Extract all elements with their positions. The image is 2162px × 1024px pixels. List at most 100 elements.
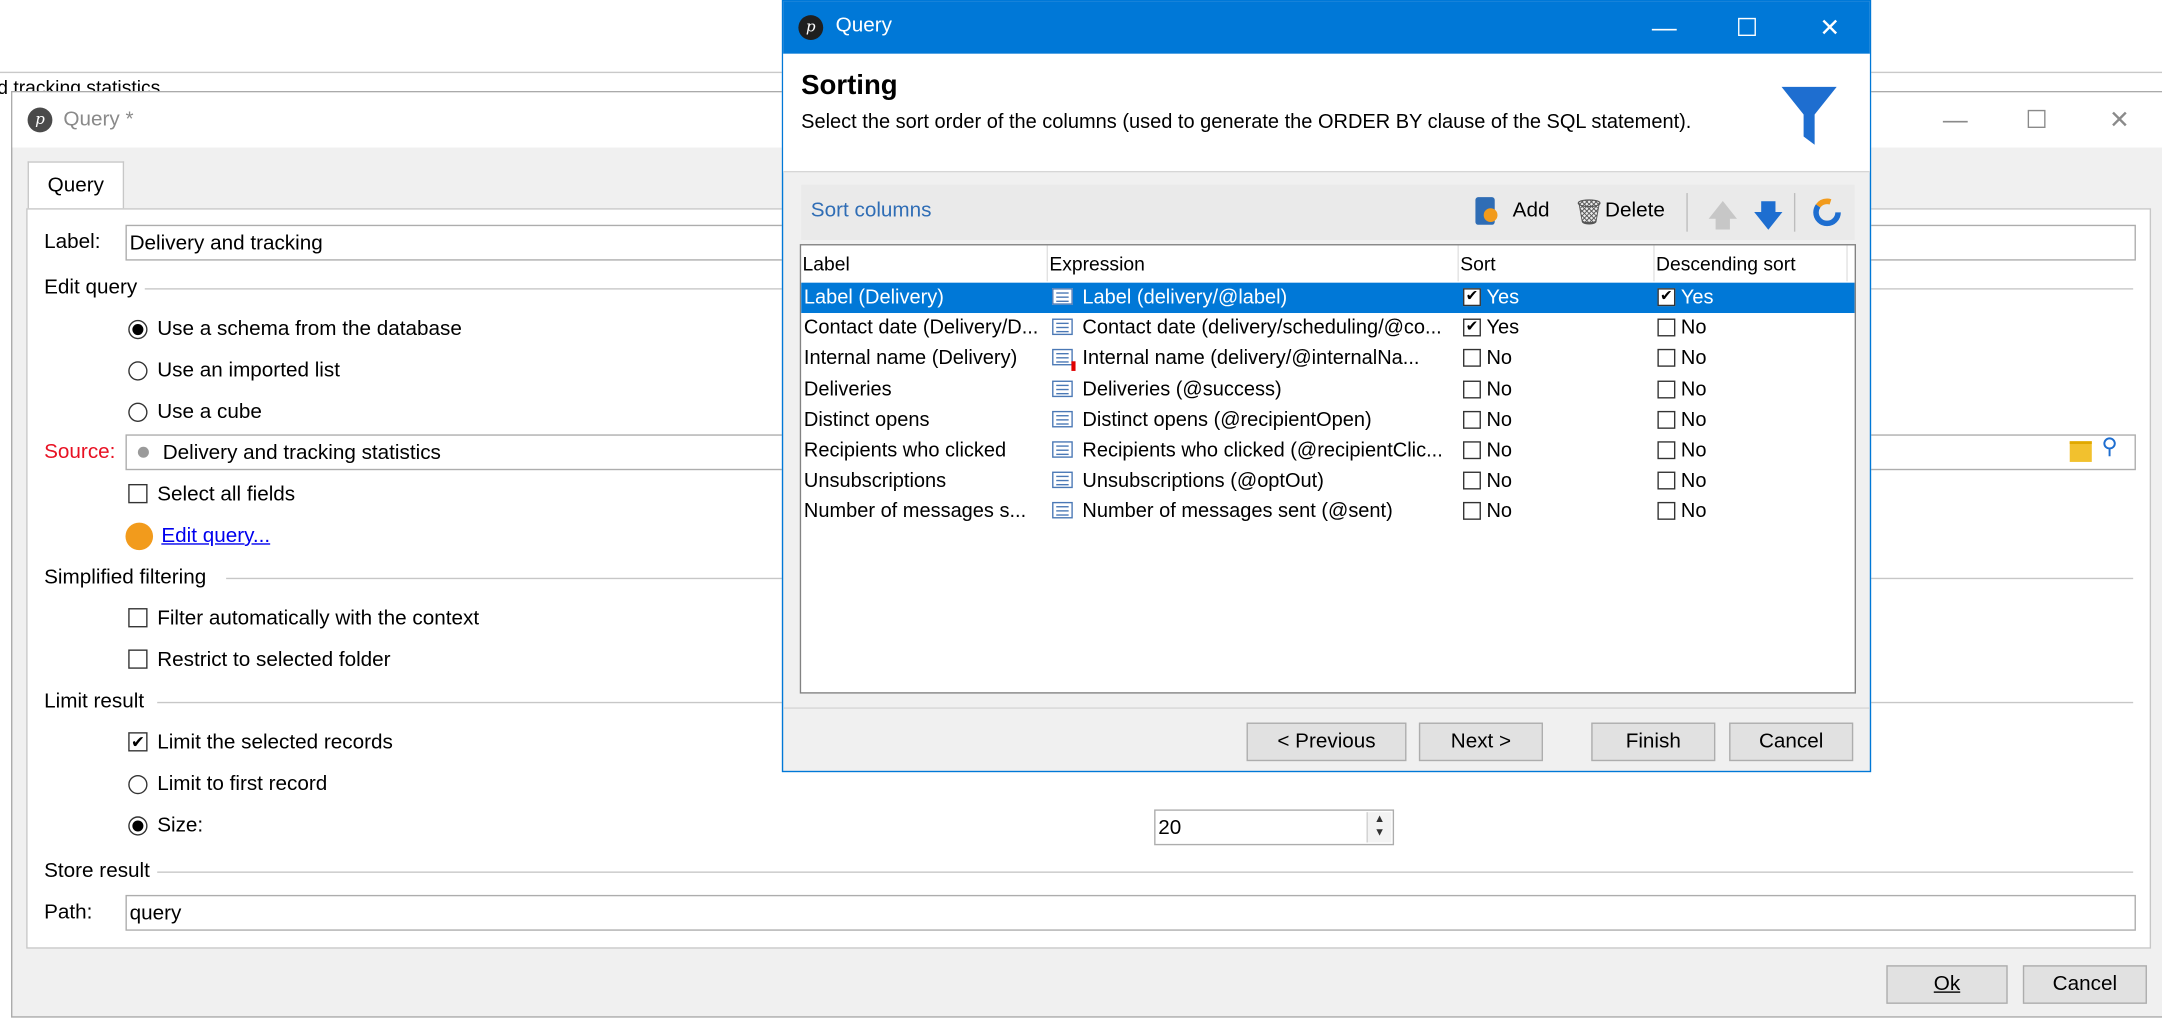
sort-columns-grid: Label Expression Sort Descending sort La…	[799, 244, 1856, 694]
row-descending-sort: Yes	[1680, 286, 1714, 309]
sort-checkbox[interactable]	[1463, 441, 1481, 460]
table-row[interactable]: Number of messages s... Number of message…	[801, 497, 1854, 527]
row-sort: Yes	[1486, 317, 1520, 340]
dialog-app-icon: p	[798, 15, 824, 40]
radio-use-schema[interactable]	[128, 319, 148, 340]
finish-button[interactable]: Finish	[1591, 722, 1716, 762]
descending-sort-checkbox[interactable]: ✔	[1657, 288, 1676, 307]
source-value: Delivery and tracking statistics	[162, 441, 441, 465]
row-sort: No	[1486, 378, 1513, 401]
close-icon[interactable]: ✕	[2088, 99, 2151, 140]
radio-limit-first[interactable]	[128, 774, 148, 795]
column-header-label[interactable]: Label	[801, 245, 850, 281]
cancel-button[interactable]: Cancel	[2022, 965, 2147, 1004]
descending-sort-checkbox[interactable]	[1657, 410, 1676, 429]
sort-checkbox[interactable]	[1463, 380, 1481, 398]
column-header-expression[interactable]: Expression	[1048, 245, 1145, 281]
descending-sort-checkbox[interactable]	[1657, 441, 1676, 460]
path-caption: Path:	[44, 900, 93, 924]
next-button[interactable]: Next >	[1418, 722, 1543, 762]
table-row[interactable]: Label (Delivery) Label (delivery/@label) ✔…	[801, 282, 1855, 314]
row-descending-sort: No	[1680, 409, 1707, 432]
dialog-title: Query	[835, 13, 892, 38]
limit-result-group-label: Limit result	[44, 689, 145, 713]
table-row[interactable]: Contact date (Delivery/D... Contact date …	[801, 313, 1854, 343]
row-expression: Number of messages sent (@sent)	[1082, 501, 1393, 524]
dialog-maximize-icon[interactable]: ☐	[1715, 7, 1778, 48]
toolbar-separator	[1793, 193, 1796, 232]
dialog-cancel-button[interactable]: Cancel	[1729, 722, 1854, 762]
size-spinner[interactable]: ▲ ▼	[1366, 812, 1392, 843]
radio-size[interactable]	[128, 816, 148, 836]
column-header-descending-sort[interactable]: Descending sort	[1655, 245, 1796, 281]
radio-use-cube[interactable]	[128, 402, 148, 422]
table-row[interactable]: Distinct opens Distinct opens (@recipient…	[801, 405, 1854, 435]
column-separator	[1846, 245, 1848, 282]
row-label: Distinct opens	[803, 409, 930, 432]
footer-divider	[783, 707, 1870, 709]
restrict-folder-label: Restrict to selected folder	[157, 648, 391, 672]
search-icon[interactable]: ⚲	[2101, 436, 2123, 459]
row-expression: Unsubscriptions (@optOut)	[1082, 470, 1324, 493]
expression-icon	[1052, 502, 1073, 520]
table-row[interactable]: Deliveries Deliveries (@success) No No	[801, 375, 1854, 405]
row-expression: Internal name (delivery/@internalNa...	[1082, 348, 1420, 371]
sort-checkbox[interactable]: ✔	[1463, 288, 1481, 307]
path-field[interactable]: query	[125, 894, 2136, 931]
ok-button-label: Ok	[1933, 972, 1961, 996]
sort-checkbox[interactable]	[1463, 349, 1481, 368]
tab-query[interactable]: Query	[27, 161, 125, 210]
query-window-title: Query *	[63, 107, 134, 131]
sort-checkbox[interactable]	[1463, 410, 1481, 429]
previous-button[interactable]: < Previous	[1246, 722, 1407, 762]
table-row[interactable]: Unsubscriptions Unsubscriptions (@optOut)…	[801, 466, 1854, 496]
descending-sort-checkbox[interactable]	[1657, 349, 1676, 368]
descending-sort-checkbox[interactable]	[1657, 471, 1676, 490]
column-header-sort[interactable]: Sort	[1459, 245, 1495, 281]
row-descending-sort: No	[1680, 348, 1707, 371]
descending-sort-checkbox[interactable]	[1657, 502, 1676, 521]
move-up-icon[interactable]: 🡅	[1707, 193, 1738, 245]
row-expression: Contact date (delivery/scheduling/@co...	[1082, 317, 1442, 340]
app-icon: p	[27, 107, 53, 133]
distribute-values-icon[interactable]	[1812, 197, 1842, 227]
row-label: Recipients who clicked	[803, 439, 1007, 462]
radio-imported-list[interactable]	[128, 361, 148, 381]
add-plus-badge-icon	[1483, 208, 1498, 223]
maximize-icon[interactable]: ☐	[2005, 99, 2068, 140]
minimize-icon[interactable]: —	[1924, 99, 1987, 140]
sort-columns-toolbar: Sort columns Add 🗑 Delete 🡅 🡇	[801, 184, 1855, 240]
table-row[interactable]: Recipients who clicked Recipients who cli…	[801, 436, 1854, 466]
row-label: Label (Delivery)	[803, 286, 944, 309]
filter-auto-checkbox[interactable]	[128, 608, 148, 628]
table-row[interactable]: Internal name (Delivery) Internal name (d…	[801, 344, 1854, 374]
radio-size-label: Size:	[157, 813, 204, 837]
warning-icon	[1071, 361, 1076, 372]
move-down-icon[interactable]: 🡇	[1753, 193, 1784, 245]
folder-icon[interactable]	[2069, 441, 2092, 462]
sort-checkbox[interactable]: ✔	[1463, 318, 1481, 337]
row-expression: Label (delivery/@label)	[1082, 286, 1288, 309]
descending-sort-checkbox[interactable]	[1657, 318, 1676, 337]
size-input[interactable]: 20	[1154, 809, 1395, 846]
sort-checkbox[interactable]	[1463, 471, 1481, 490]
descending-sort-checkbox[interactable]	[1657, 380, 1676, 398]
row-sort: No	[1486, 409, 1513, 432]
ok-button[interactable]: Ok	[1886, 965, 2008, 1004]
screen: d tracking statistics p Query * — ☐ ✕ Qu…	[0, 0, 2162, 1018]
dialog-minimize-icon[interactable]: —	[1633, 7, 1696, 48]
expression-icon	[1052, 318, 1073, 336]
restrict-folder-checkbox[interactable]	[128, 649, 148, 669]
dialog-titlebar[interactable]: p Query — ☐ ✕	[783, 1, 1870, 54]
limit-selected-checkbox[interactable]: ✔	[128, 732, 148, 752]
row-label: Number of messages s...	[803, 501, 1027, 524]
edit-query-link[interactable]: Edit query...	[161, 524, 270, 547]
radio-limit-first-label: Limit to first record	[157, 772, 328, 796]
expression-icon	[1052, 380, 1073, 397]
expression-icon	[1052, 471, 1073, 489]
dialog-close-icon[interactable]: ✕	[1798, 7, 1861, 48]
select-all-fields-checkbox[interactable]	[128, 483, 148, 504]
simplified-filtering-group-label: Simplified filtering	[44, 565, 207, 589]
radio-imported-list-label: Use an imported list	[157, 358, 340, 382]
sort-checkbox[interactable]	[1463, 502, 1481, 521]
